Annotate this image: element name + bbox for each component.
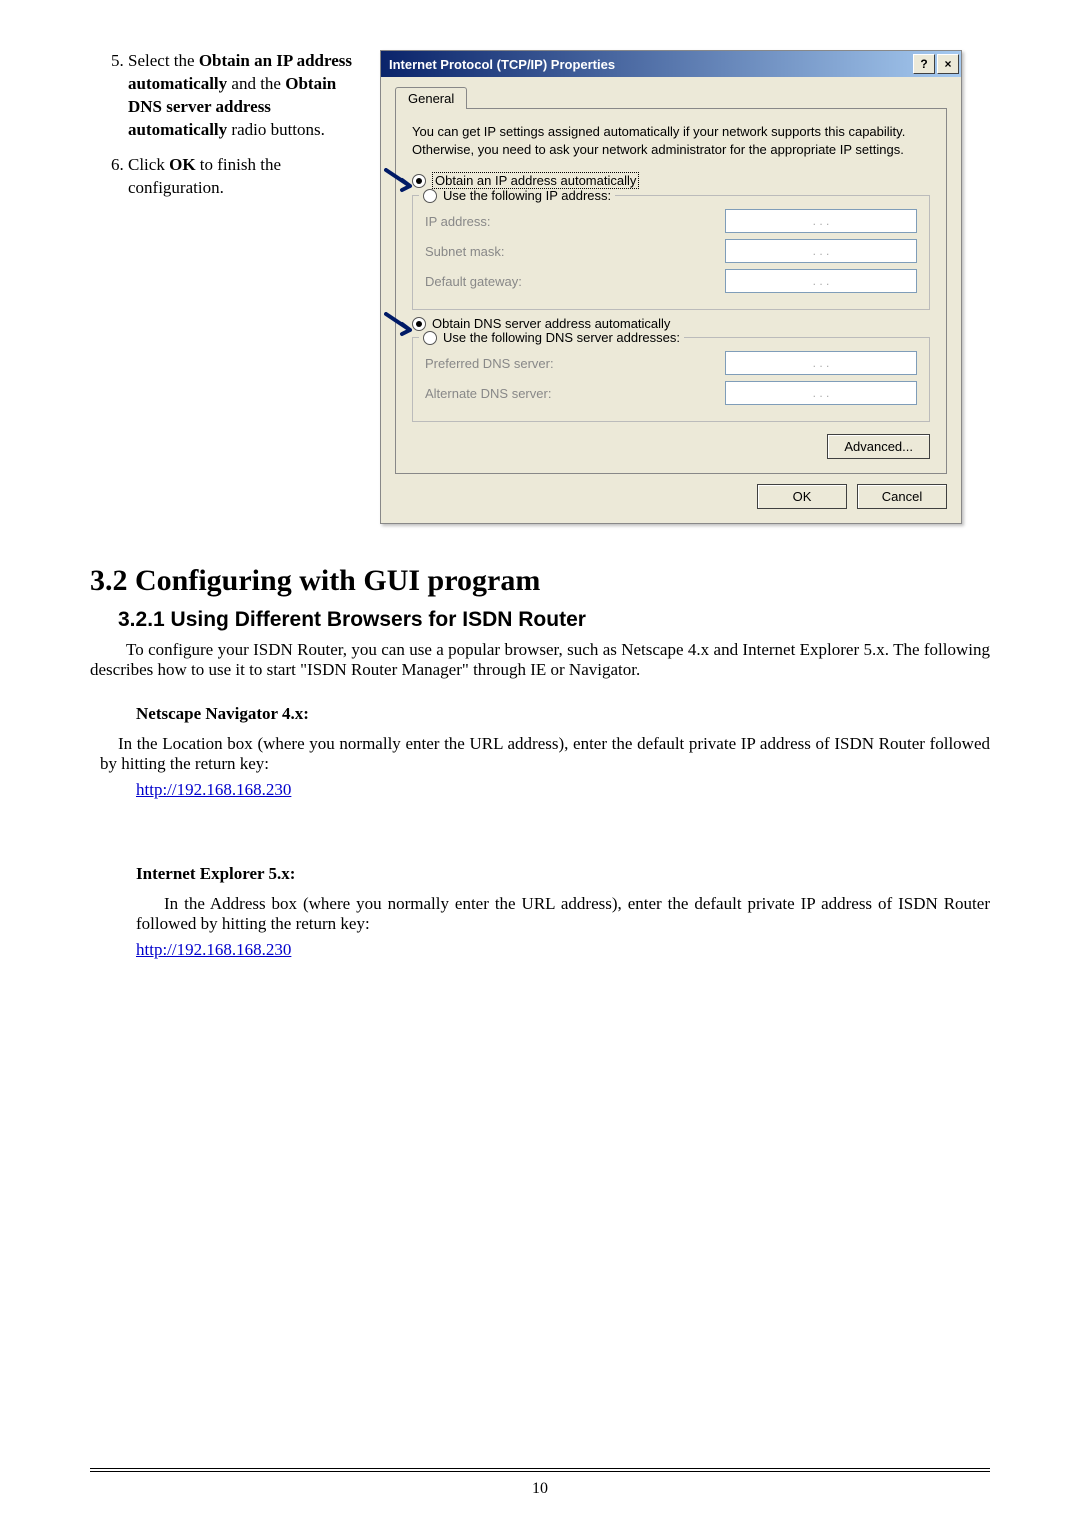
netscape-paragraph: In the Location box (where you normally … bbox=[100, 734, 990, 774]
preferred-dns-label: Preferred DNS server: bbox=[425, 356, 554, 371]
help-icon[interactable]: ? bbox=[913, 54, 935, 74]
radio-obtain-ip-label: Obtain an IP address automatically bbox=[432, 172, 639, 189]
ip-address-input[interactable]: . . . bbox=[725, 209, 917, 233]
tcp-ip-properties-dialog: Internet Protocol (TCP/IP) Properties ? … bbox=[380, 50, 962, 524]
step-5: Select the Obtain an IP address automati… bbox=[128, 50, 360, 142]
preferred-dns-input[interactable]: . . . bbox=[725, 351, 917, 375]
alternate-dns-label: Alternate DNS server: bbox=[425, 386, 551, 401]
advanced-button[interactable]: Advanced... bbox=[827, 434, 930, 459]
dialog-title: Internet Protocol (TCP/IP) Properties bbox=[389, 57, 913, 72]
ie-paragraph: In the Address box (where you normally e… bbox=[136, 894, 990, 934]
ie-url-link[interactable]: http://192.168.168.230 bbox=[136, 940, 291, 960]
radio-obtain-dns-label: Obtain DNS server address automatically bbox=[432, 316, 670, 331]
ok-button[interactable]: OK bbox=[757, 484, 847, 509]
radio-obtain-ip[interactable]: Obtain an IP address automatically bbox=[412, 172, 930, 189]
instruction-column: Select the Obtain an IP address automati… bbox=[90, 50, 360, 524]
page-number: 10 bbox=[0, 1480, 1080, 1498]
netscape-url-link[interactable]: http://192.168.168.230 bbox=[136, 780, 291, 800]
radio-use-dns[interactable]: Use the following DNS server addresses: bbox=[419, 330, 684, 345]
radio-use-ip-label: Use the following IP address: bbox=[443, 188, 611, 203]
dialog-titlebar: Internet Protocol (TCP/IP) Properties ? … bbox=[381, 51, 961, 77]
default-gateway-input[interactable]: . . . bbox=[725, 269, 917, 293]
dialog-description: You can get IP settings assigned automat… bbox=[412, 123, 930, 158]
intro-paragraph: To configure your ISDN Router, you can u… bbox=[90, 640, 990, 680]
close-icon[interactable]: × bbox=[937, 54, 959, 74]
cancel-button[interactable]: Cancel bbox=[857, 484, 947, 509]
alternate-dns-input[interactable]: . . . bbox=[725, 381, 917, 405]
subsection-title: 3.2.1 Using Different Browsers for ISDN … bbox=[118, 608, 990, 632]
radio-obtain-dns[interactable]: Obtain DNS server address automatically bbox=[412, 316, 930, 331]
section-title: 3.2 Configuring with GUI program bbox=[90, 564, 990, 598]
netscape-heading: Netscape Navigator 4.x: bbox=[136, 704, 990, 724]
arrow-icon bbox=[384, 312, 418, 338]
subnet-mask-input[interactable]: . . . bbox=[725, 239, 917, 263]
subnet-mask-label: Subnet mask: bbox=[425, 244, 505, 259]
arrow-icon bbox=[384, 168, 418, 194]
radio-dot-icon bbox=[423, 189, 437, 203]
radio-use-dns-label: Use the following DNS server addresses: bbox=[443, 330, 680, 345]
ip-address-label: IP address: bbox=[425, 214, 491, 229]
footer-divider bbox=[90, 1468, 990, 1472]
tab-general[interactable]: General bbox=[395, 87, 467, 109]
radio-use-ip[interactable]: Use the following IP address: bbox=[419, 188, 615, 203]
ie-heading: Internet Explorer 5.x: bbox=[136, 864, 990, 884]
step-6: Click OK to finish the configuration. bbox=[128, 154, 360, 200]
radio-dot-icon bbox=[423, 331, 437, 345]
default-gateway-label: Default gateway: bbox=[425, 274, 522, 289]
